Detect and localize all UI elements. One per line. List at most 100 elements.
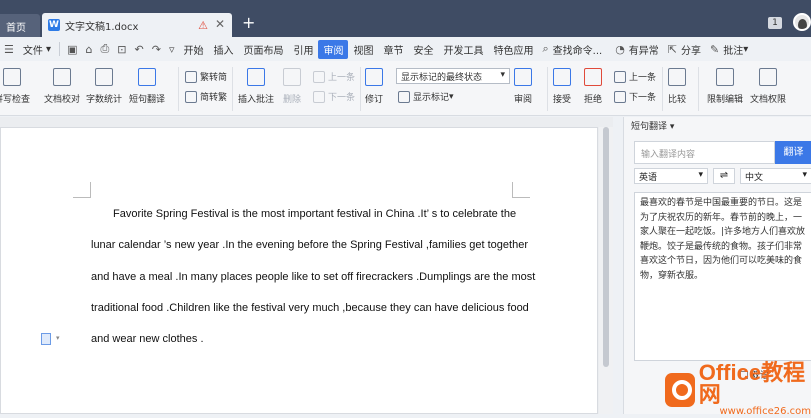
review-pane-button[interactable]: 审阅: [514, 68, 532, 105]
menu-tab-insert[interactable]: 插入: [208, 40, 238, 59]
compare-button[interactable]: 比较: [668, 68, 686, 105]
markup-display-select[interactable]: 显示标记的最终状态 ▾: [396, 68, 510, 84]
scrollbar-thumb[interactable]: [603, 127, 609, 367]
phrase-translate-button[interactable]: 短句翻译: [129, 68, 165, 105]
menu-bar: ☰ 文件 ▾ ▣ ⌂ ⎙ ⊡ ↶ ↷ ▿ 开始 插入 页面布局 引用 审阅 视图…: [0, 37, 811, 61]
target-language-select[interactable]: 中文 ▾: [740, 168, 811, 184]
prev-change-button[interactable]: 上一条: [614, 70, 656, 83]
search-icon[interactable]: ⌕: [538, 42, 552, 56]
open-folder-icon[interactable]: ⌂: [81, 43, 96, 56]
next-change-button[interactable]: 下一条: [614, 90, 656, 103]
word-count-button[interactable]: 字数统计: [86, 68, 122, 105]
menu-tab-security[interactable]: 安全: [408, 40, 438, 59]
spell-check-button[interactable]: 拼写检查: [0, 68, 30, 105]
track-changes-icon: [365, 68, 383, 86]
insert-comment-button[interactable]: 插入批注: [238, 68, 274, 105]
menu-tab-view[interactable]: 视图: [348, 40, 378, 59]
simp-trad-icon: [185, 90, 197, 103]
restrict-editing-label: 限制编辑: [707, 95, 744, 105]
track-changes-button[interactable]: 修订: [365, 68, 383, 105]
menu-tab-features[interactable]: 特色应用: [488, 40, 538, 59]
chevron-down-icon: ▾: [500, 70, 505, 80]
prev-change-label: 上一条: [629, 73, 657, 83]
reject-button[interactable]: 拒绝: [584, 68, 602, 105]
redo-icon[interactable]: ↷: [148, 43, 165, 56]
next-change-icon: [614, 90, 626, 103]
word-count-label: 字数统计: [86, 95, 123, 105]
print-icon[interactable]: ⎙: [96, 42, 113, 56]
prev-change-icon: [614, 70, 626, 83]
next-comment-button[interactable]: 下一条: [313, 90, 355, 103]
tab-home[interactable]: 首页: [0, 14, 40, 37]
track-changes-label: 修订: [365, 95, 384, 105]
proofread-label: 文档校对: [44, 95, 81, 105]
comment-button[interactable]: 批注 ▾: [723, 40, 753, 59]
menu-tab-section[interactable]: 章节: [378, 40, 408, 59]
panel-title-label: 短句翻译: [631, 122, 668, 132]
watermark-text: Office教程网 www.office26.com: [699, 362, 811, 418]
proofread-button[interactable]: 文档校对: [44, 68, 80, 105]
proofread-icon: [53, 68, 71, 86]
menu-tab-references[interactable]: 引用: [288, 40, 318, 59]
simp-to-trad-label: 简转繁: [200, 93, 228, 103]
vertical-scrollbar[interactable]: [599, 127, 613, 414]
undo-icon[interactable]: ↶: [131, 43, 148, 56]
restrict-editing-icon: [716, 68, 734, 86]
paragraph-line: lunar calendar ’s new year .In the eveni…: [91, 239, 528, 251]
next-comment-label: 下一条: [328, 93, 356, 103]
share-button[interactable]: 分享: [681, 40, 706, 59]
menu-tab-start[interactable]: 开始: [178, 40, 208, 59]
restrict-editing-button[interactable]: 限制编辑: [707, 68, 743, 105]
customize-toolbar-icon[interactable]: ▿: [165, 43, 179, 56]
show-markup-icon: [398, 90, 410, 103]
title-tab-bar: 首页 W 文字文稿1.docx ⚠ ✕ + 1: [0, 0, 811, 37]
paragraph-line: traditional food .Children like the fest…: [91, 302, 529, 314]
comment-icon: ✎: [710, 42, 720, 56]
compare-icon: [668, 68, 686, 86]
window-count-badge: 1: [768, 17, 782, 29]
trad-simp-icon: [185, 70, 197, 83]
translate-input[interactable]: 输入翻译内容: [634, 141, 775, 164]
source-language-select[interactable]: 英语 ▾: [634, 168, 708, 184]
translation-output[interactable]: 最喜欢的春节是中国最重要的节日。这是为了庆祝农历的新年。春节前的晚上，一家人聚在…: [634, 192, 811, 361]
document-area: Favorite Spring Festival is the most imp…: [0, 117, 613, 414]
menu-tab-layout[interactable]: 页面布局: [238, 40, 288, 59]
next-change-label: 下一条: [629, 93, 657, 103]
delete-comment-button[interactable]: 删除: [283, 68, 301, 105]
menu-file-label: 文件: [22, 45, 43, 57]
show-markup-dropdown[interactable]: 显示标记 ▾: [398, 90, 454, 103]
spell-check-icon: [3, 68, 21, 86]
menu-tab-developer[interactable]: 开发工具: [438, 40, 488, 59]
document-page[interactable]: Favorite Spring Festival is the most imp…: [0, 127, 598, 414]
print-preview-icon[interactable]: ⊡: [113, 43, 130, 56]
accept-button[interactable]: 接受: [553, 68, 571, 105]
prev-comment-button[interactable]: 上一条: [313, 70, 355, 83]
translate-button[interactable]: 翻译: [775, 141, 811, 164]
comment-label: 批注: [723, 45, 744, 57]
chevron-down-icon[interactable]: ▾: [56, 334, 60, 342]
document-rights-icon: [759, 68, 777, 86]
menu-file[interactable]: 文件 ▾: [18, 40, 56, 59]
insert-comment-label: 插入批注: [238, 95, 275, 105]
issue-button[interactable]: 有异常: [629, 40, 664, 59]
menu-tab-review[interactable]: 审阅: [318, 39, 349, 59]
command-search[interactable]: 查找命令...: [553, 40, 608, 59]
avatar[interactable]: [793, 13, 811, 31]
tab-document[interactable]: W 文字文稿1.docx ⚠ ✕: [42, 13, 232, 37]
trad-to-simp-button[interactable]: 繁转简: [185, 70, 227, 83]
divider: [698, 67, 699, 111]
document-rights-button[interactable]: 文档权限: [750, 68, 786, 105]
simp-to-trad-button[interactable]: 简转繁: [185, 90, 227, 103]
hamburger-icon[interactable]: ☰: [0, 43, 18, 56]
word-count-icon: [95, 68, 113, 86]
divider: [59, 42, 61, 56]
save-icon[interactable]: ▣: [63, 43, 81, 56]
tab-document-title: 文字文稿1.docx: [65, 21, 139, 33]
document-margin-icon[interactable]: [41, 333, 51, 345]
prev-comment-label: 上一条: [328, 73, 356, 83]
new-tab-button[interactable]: +: [242, 15, 255, 31]
swap-languages-button[interactable]: ⇌: [713, 168, 735, 184]
close-tab-icon[interactable]: ✕: [215, 17, 225, 31]
share-icon: ⇱: [667, 42, 678, 56]
margin-corner-mark: [512, 182, 530, 198]
